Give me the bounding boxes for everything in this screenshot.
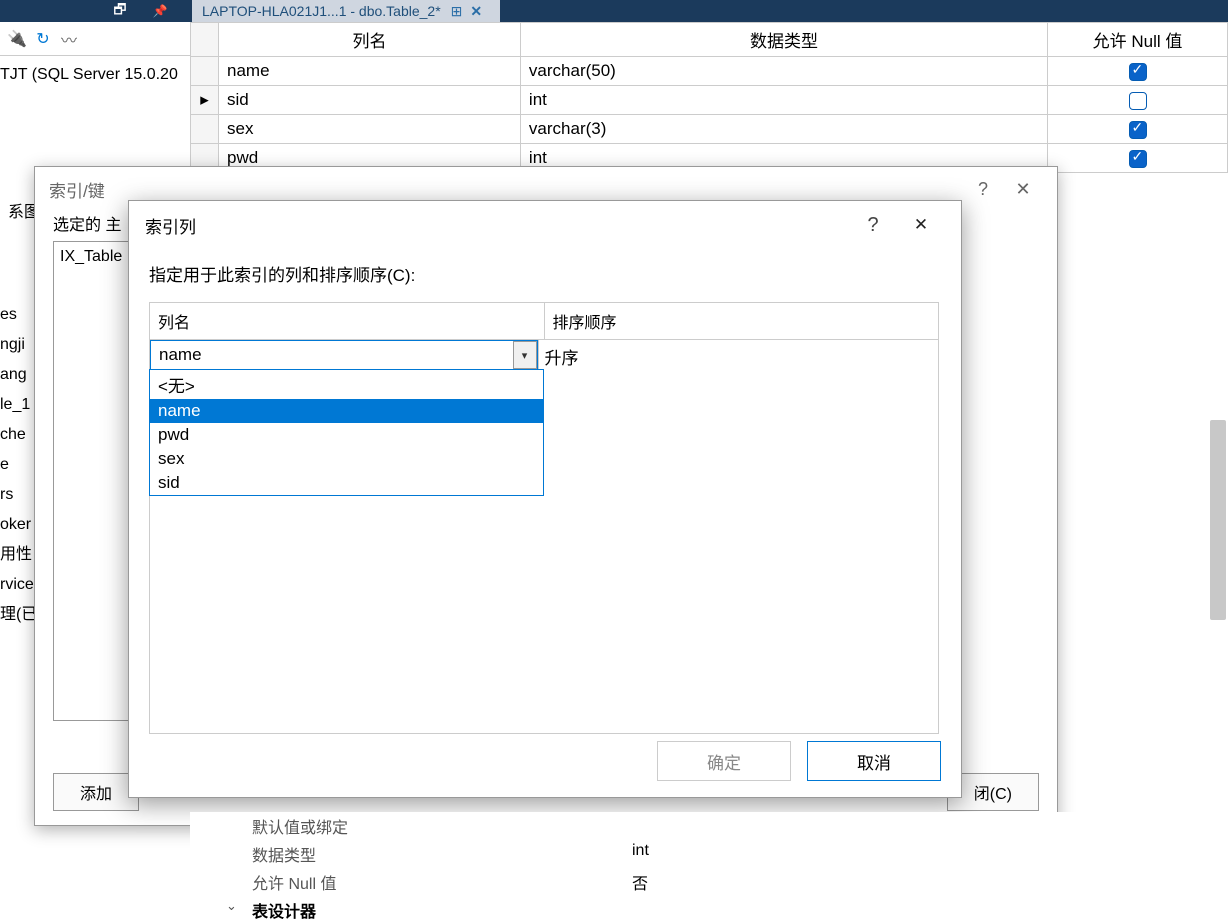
dialog1-title: 索引/键	[49, 177, 105, 202]
col-name-cell[interactable]: sid	[219, 86, 521, 115]
row-selector[interactable]: ▸	[191, 86, 219, 115]
tree-item[interactable]: le_1	[0, 390, 36, 420]
connect-icon[interactable]: 🔌	[4, 26, 30, 52]
dropdown-option[interactable]: sex	[150, 447, 543, 471]
tree-item[interactable]: ngji	[0, 330, 36, 360]
server-node[interactable]: TJT (SQL Server 15.0.20	[0, 66, 178, 84]
dropdown-list[interactable]: <无>namepwdsexsid	[149, 369, 544, 496]
tree-item[interactable]: ang	[0, 360, 36, 390]
object-explorer-toolbar: 🔌 ↻ 〰	[0, 22, 190, 56]
dialog2-title: 索引列	[145, 213, 196, 238]
grid-corner	[191, 23, 219, 57]
dialog1-close-icon[interactable]: ✕	[1003, 179, 1043, 200]
prop-val: int	[632, 842, 649, 866]
col-type-cell[interactable]: int	[520, 86, 1047, 115]
dropdown-value: name	[151, 341, 513, 369]
prop-key: 默认值或绑定	[252, 814, 632, 838]
table-designer-grid: 列名 数据类型 允许 Null 值 name varchar(50) ▸ sid…	[190, 22, 1228, 173]
prop-val: 否	[632, 870, 648, 894]
dropdown-option[interactable]: sid	[150, 471, 543, 495]
col-type-cell[interactable]: varchar(50)	[520, 57, 1047, 86]
index-columns-grid: 列名 排序顺序 name ▾ <无>namepwdsexsid 升序	[149, 302, 939, 734]
grid-header-null[interactable]: 允许 Null 值	[1048, 23, 1228, 57]
tree-item[interactable]: e	[0, 450, 36, 480]
allow-null-cell[interactable]	[1048, 115, 1228, 144]
allow-null-cell[interactable]	[1048, 57, 1228, 86]
prop-key: 数据类型	[252, 842, 632, 866]
tree-item[interactable]: che	[0, 420, 36, 450]
prop-key: 允许 Null 值	[252, 870, 632, 894]
tree-item[interactable]: oker	[0, 510, 36, 540]
row-selector[interactable]	[191, 57, 219, 86]
index-columns-dialog: 索引列 ? ✕ 指定用于此索引的列和排序顺序(C): 列名 排序顺序 name …	[128, 200, 962, 798]
tab-label: LAPTOP-HLA021J1...1 - dbo.Table_2*	[202, 3, 441, 19]
column-dropdown[interactable]: name ▾	[150, 340, 538, 370]
restore-icon[interactable]: 🗗	[100, 0, 140, 22]
col-type-cell[interactable]: varchar(3)	[520, 115, 1047, 144]
checkbox-icon[interactable]	[1129, 92, 1147, 110]
row-selector[interactable]	[191, 115, 219, 144]
document-tab[interactable]: LAPTOP-HLA021J1...1 - dbo.Table_2* ⊞ ✕	[192, 0, 500, 22]
tree-item[interactable]: rs	[0, 480, 36, 510]
checkbox-icon[interactable]	[1129, 121, 1147, 139]
dropdown-option[interactable]: pwd	[150, 423, 543, 447]
col-name-cell[interactable]: name	[219, 57, 521, 86]
pin-icon[interactable]: 📌	[140, 0, 180, 22]
col-header-sort[interactable]: 排序顺序	[545, 303, 939, 339]
tree-item[interactable]: es	[0, 300, 36, 330]
props-designer-label[interactable]: 表设计器	[252, 898, 632, 922]
chevron-down-icon[interactable]: ▾	[513, 341, 537, 369]
tree-item[interactable]: 用性	[0, 540, 36, 570]
ok-button[interactable]: 确定	[657, 741, 791, 781]
dialog2-instruction: 指定用于此索引的列和排序顺序(C):	[149, 261, 941, 286]
tab-close-icon[interactable]: ✕	[470, 3, 482, 20]
column-properties: 默认值或绑定数据类型int允许 Null 值否 ⌄ 表设计器	[190, 812, 1228, 912]
allow-null-cell[interactable]	[1048, 144, 1228, 173]
dialog1-help-icon[interactable]: ?	[963, 179, 1003, 200]
grid-header-type[interactable]: 数据类型	[520, 23, 1047, 57]
dropdown-option[interactable]: <无>	[150, 370, 543, 399]
checkbox-icon[interactable]	[1129, 63, 1147, 81]
dialog2-close-icon[interactable]: ✕	[897, 215, 945, 235]
tree-item[interactable]: rvices 目录	[0, 570, 36, 600]
col-name-cell[interactable]: sex	[219, 115, 521, 144]
cancel-button[interactable]: 取消	[807, 741, 941, 781]
tab-pin-icon[interactable]: ⊞	[451, 3, 463, 20]
vertical-scrollbar[interactable]	[1210, 420, 1226, 620]
dropdown-option[interactable]: name	[150, 399, 543, 423]
col-header-name[interactable]: 列名	[150, 303, 545, 339]
add-button[interactable]: 添加	[53, 773, 139, 811]
grid-header-col[interactable]: 列名	[219, 23, 521, 57]
refresh-icon[interactable]: ↻	[30, 26, 56, 52]
activity-icon[interactable]: 〰	[56, 26, 82, 52]
allow-null-cell[interactable]	[1048, 86, 1228, 115]
sort-order-cell[interactable]: 升序	[539, 340, 939, 373]
tree-item[interactable]: 理(已禁用代理 XP)	[0, 600, 36, 630]
dialog2-help-icon[interactable]: ?	[849, 214, 897, 237]
checkbox-icon[interactable]	[1129, 150, 1147, 168]
